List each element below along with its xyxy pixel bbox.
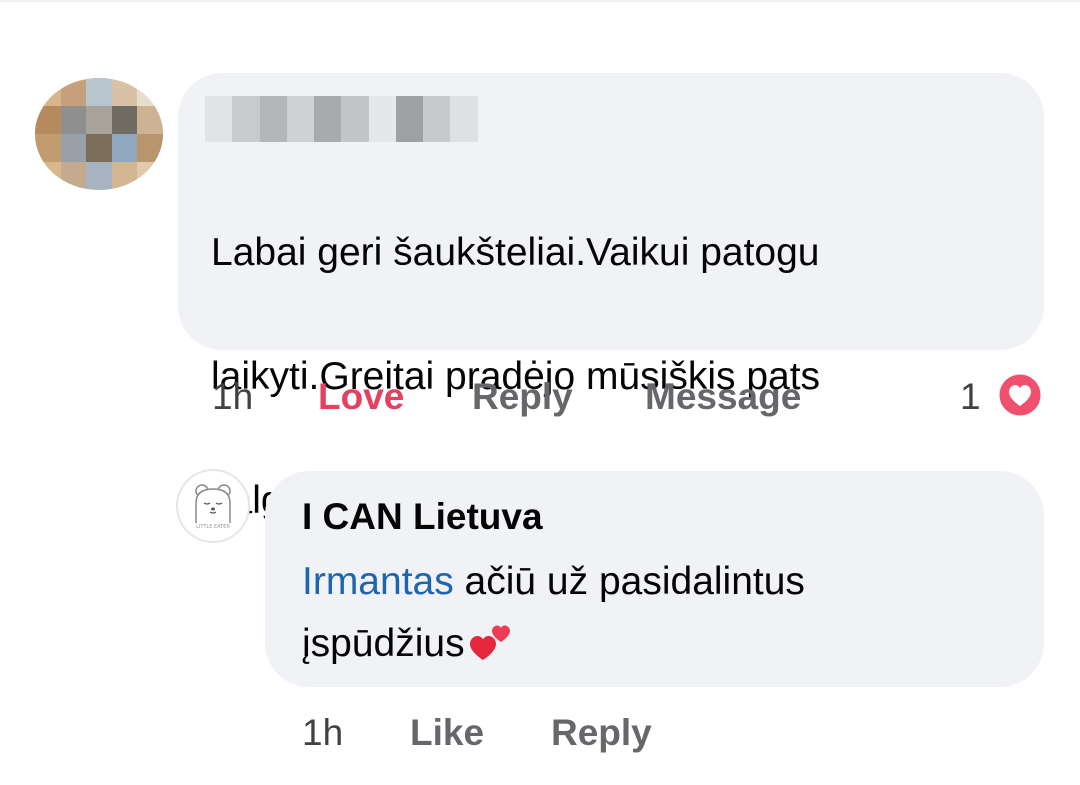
message-button[interactable]: Message: [645, 376, 801, 418]
reply-text: Irmantas ačiū už pasidalintus įspūdžius: [302, 551, 1002, 675]
reply-timestamp[interactable]: 1h: [302, 712, 343, 754]
top-divider: [0, 0, 1080, 2]
reaction-count[interactable]: 1: [960, 376, 981, 418]
comment-timestamp[interactable]: 1h: [212, 376, 253, 418]
reply-text-line: Irmantas ačiū už pasidalintus: [302, 551, 1002, 613]
love-button[interactable]: Love: [318, 376, 404, 418]
reply-text-fragment: ačiū už pasidalintus: [453, 560, 805, 603]
reply-text-line: įspūdžius: [302, 613, 1002, 675]
commenter-avatar-blurred[interactable]: [35, 78, 163, 190]
comment-text-line: Labai geri šaukšteliai.Vaikui patogu: [211, 231, 820, 274]
mention-link[interactable]: Irmantas: [302, 560, 454, 603]
svg-text:LITTLE EATER: LITTLE EATER: [196, 524, 230, 530]
bear-logo-icon: LITTLE EATER: [195, 484, 231, 530]
page-avatar[interactable]: LITTLE EATER: [176, 469, 250, 543]
love-reaction-icon[interactable]: [996, 371, 1044, 419]
reply-button[interactable]: Reply: [472, 376, 573, 418]
like-button[interactable]: Like: [410, 712, 484, 754]
reply-to-reply-button[interactable]: Reply: [551, 712, 652, 754]
two-hearts-emoji: [469, 625, 510, 660]
commenter-name-blurred[interactable]: [205, 96, 505, 142]
reply-author-name[interactable]: I CAN Lietuva: [302, 496, 543, 538]
